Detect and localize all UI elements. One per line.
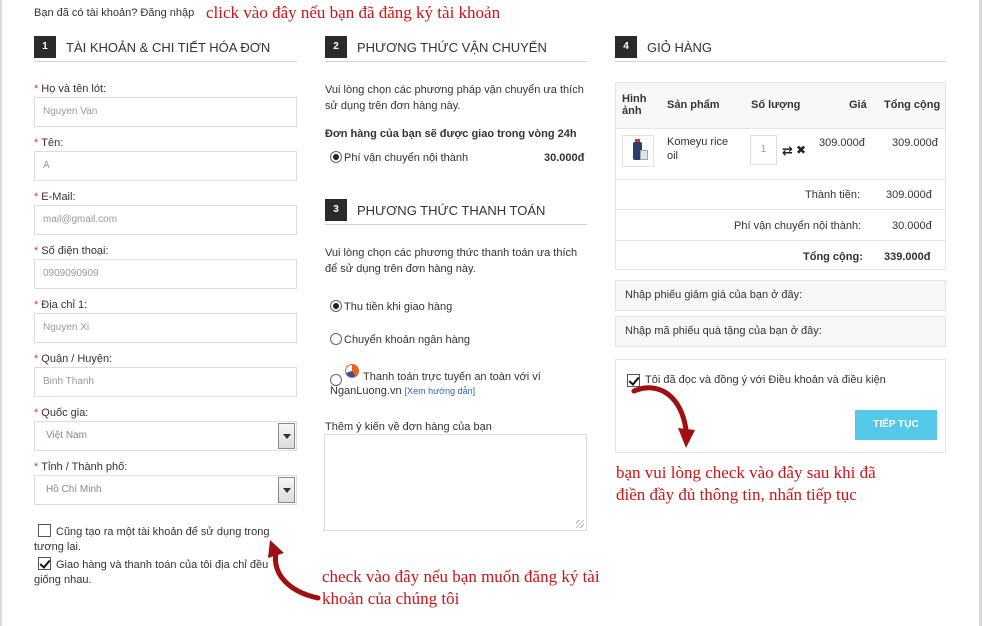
arrow-head-agree (678, 428, 695, 448)
arrow-to-create-account (272, 549, 321, 601)
annotation-arrows (268, 385, 695, 601)
arrow-to-agree (631, 385, 689, 433)
arrow-head-create-account (268, 540, 284, 558)
